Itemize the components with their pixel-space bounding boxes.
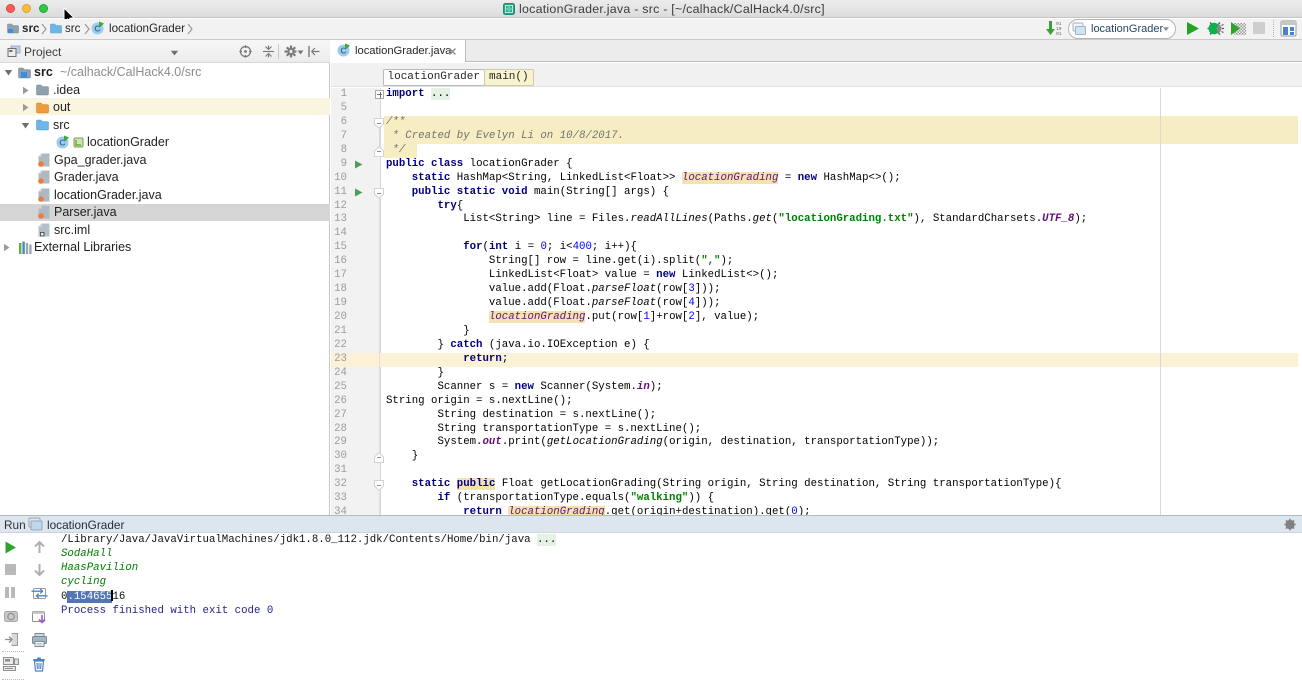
svg-text:01: 01 [1056,31,1062,37]
